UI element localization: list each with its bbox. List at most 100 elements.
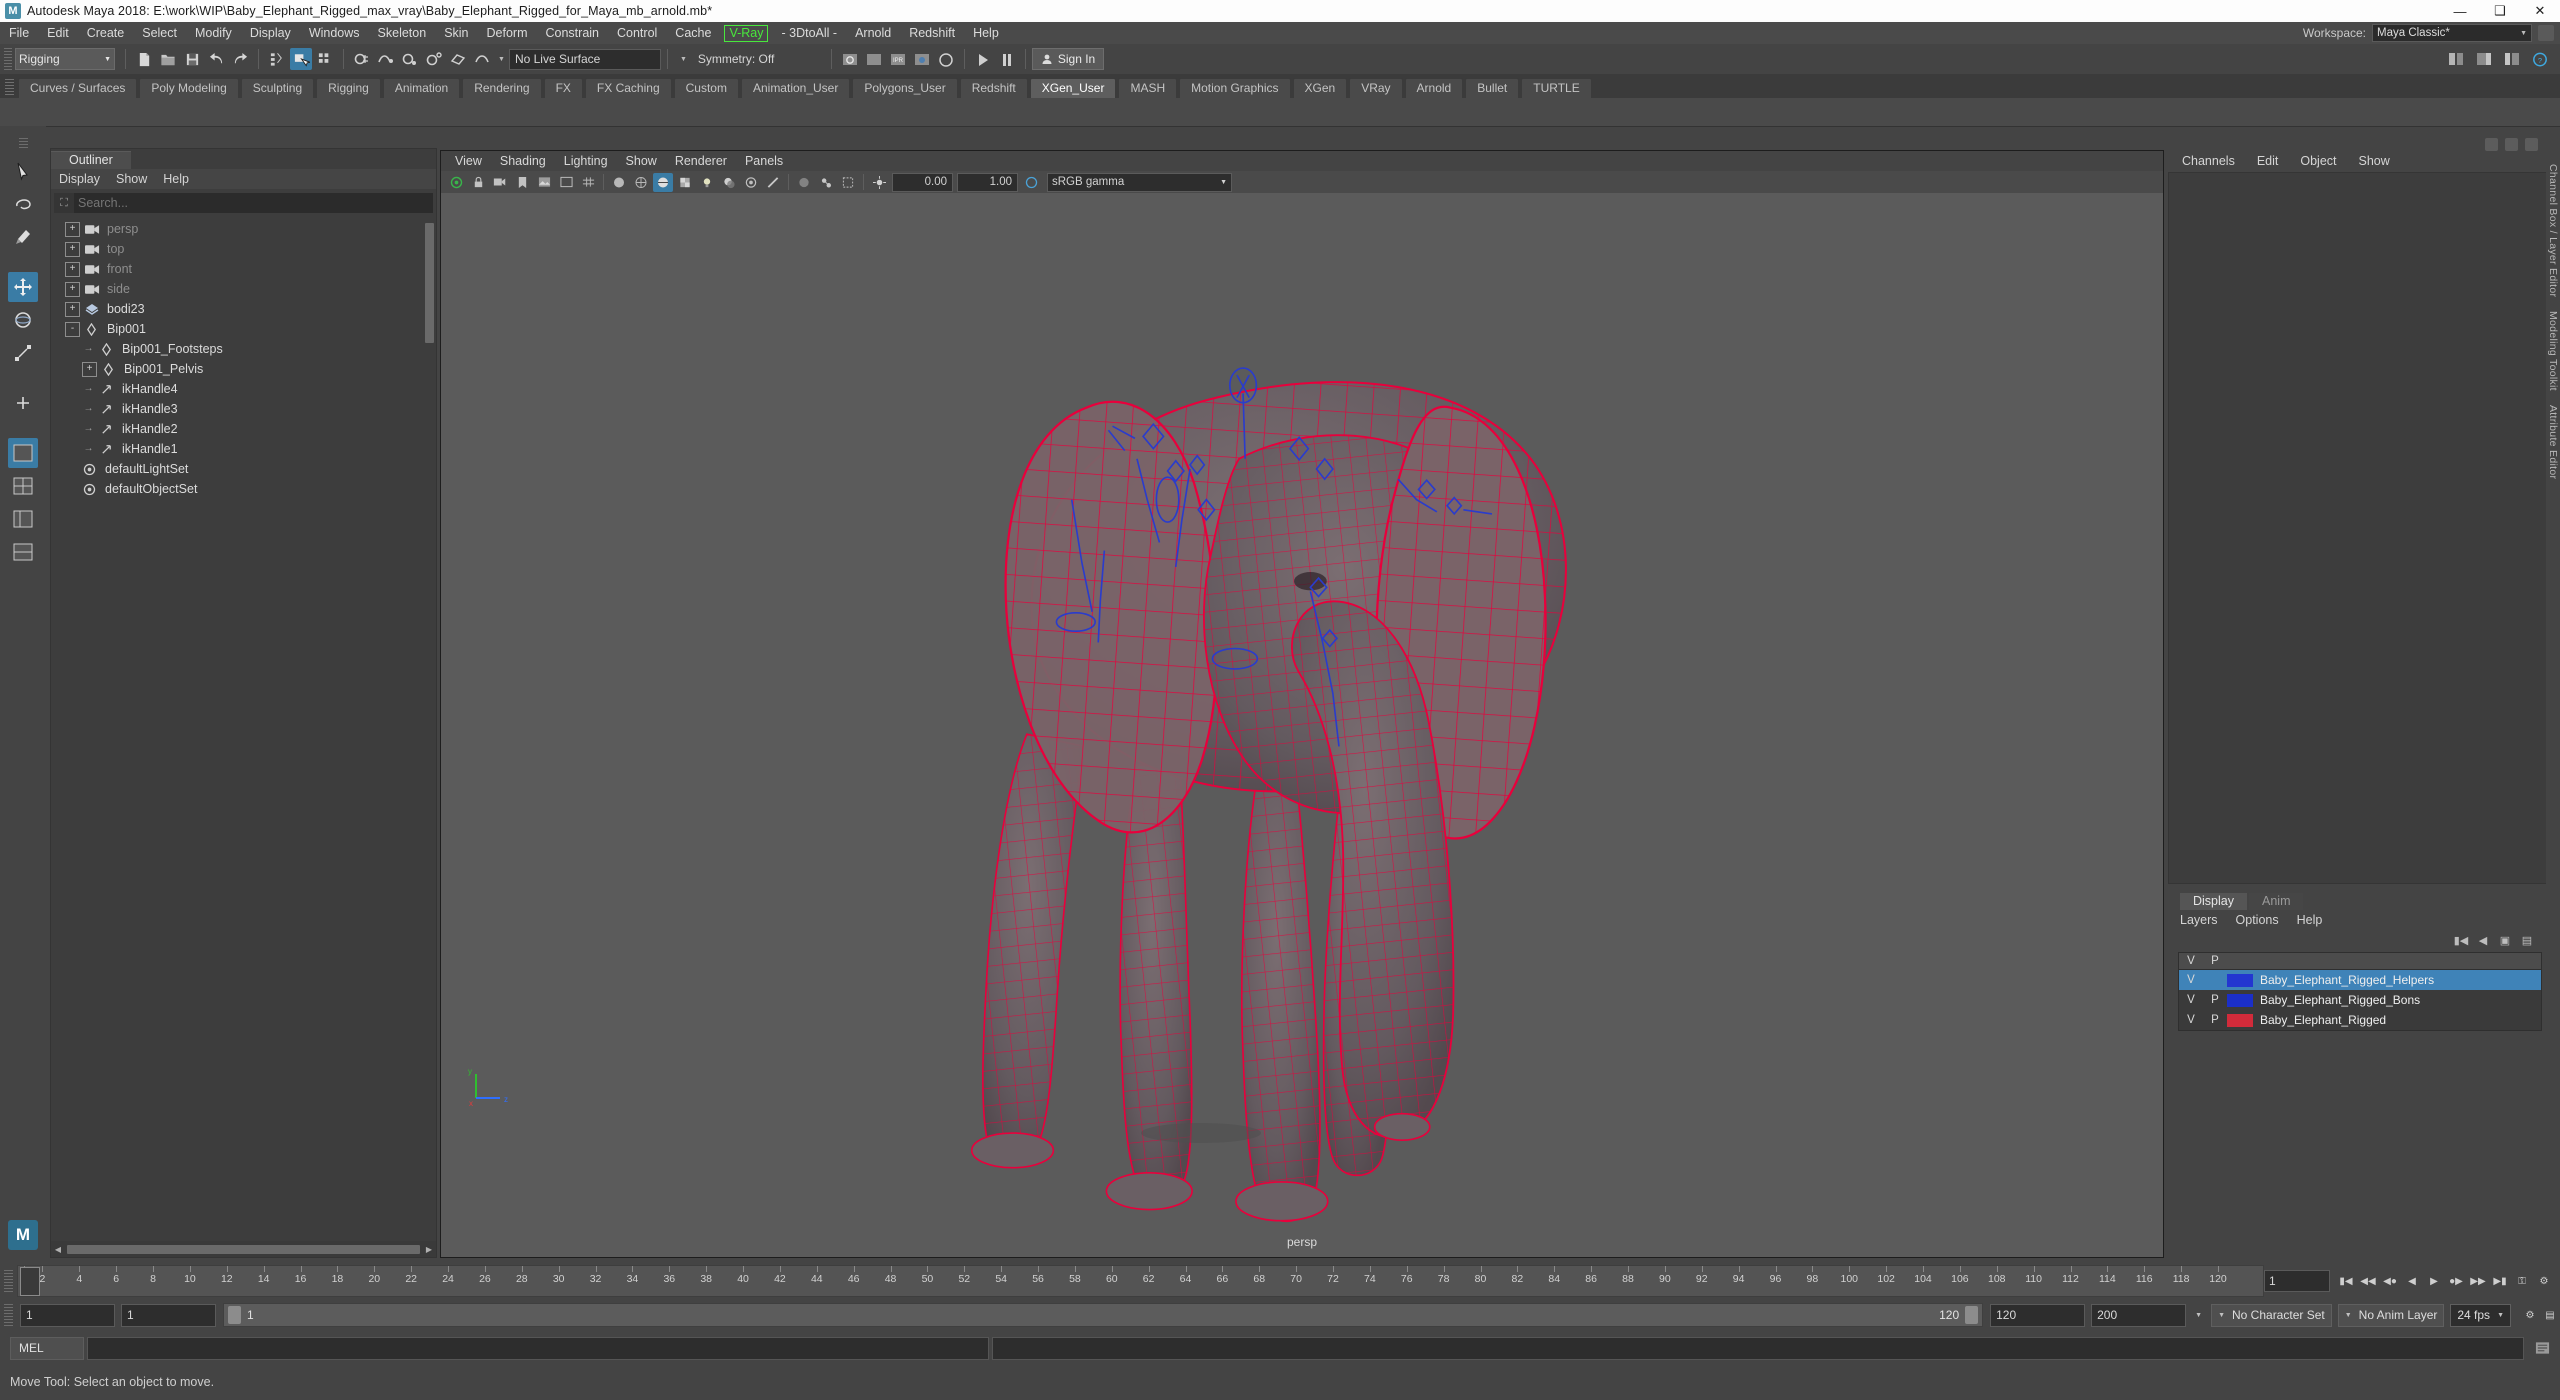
layer-playback-toggle[interactable]: P <box>2203 994 2227 1006</box>
xray-joints-icon[interactable] <box>816 173 836 192</box>
channelbox-menu-channels[interactable]: Channels <box>2182 154 2235 168</box>
move-tool-icon[interactable] <box>8 272 38 302</box>
outliner-tree[interactable]: + persp + top + front + side + bodi23 - Bip001 → Bip0… <box>51 219 436 1235</box>
layer-new-icon[interactable]: ▣ <box>2498 933 2512 947</box>
lights-mode-icon[interactable] <box>697 173 717 192</box>
new-scene-icon[interactable] <box>133 48 155 70</box>
command-output[interactable] <box>992 1336 2524 1360</box>
layer-visibility-toggle[interactable]: V <box>2179 994 2203 1006</box>
layer-tab-display[interactable]: Display <box>2180 893 2247 910</box>
tree-spacer-icon[interactable]: → <box>82 383 95 396</box>
shelf-tab-xgen-user[interactable]: XGen_User <box>1029 78 1117 98</box>
make-live-icon[interactable] <box>471 48 493 70</box>
outliner-item-defaultlightset[interactable]: defaultLightSet <box>51 459 436 479</box>
outliner-item-bip001[interactable]: - Bip001 <box>51 319 436 339</box>
viewport-menu-lighting[interactable]: Lighting <box>564 154 608 168</box>
playback-end-field[interactable]: 120 <box>1990 1303 2086 1327</box>
outliner-item-front[interactable]: + front <box>51 259 436 279</box>
gamma-field[interactable]: 1.00 <box>957 172 1018 192</box>
channelbox-menu-show[interactable]: Show <box>2359 154 2390 168</box>
viewport-menu-view[interactable]: View <box>455 154 482 168</box>
layer-first-icon[interactable]: ▮◀ <box>2454 933 2469 947</box>
tree-spacer-icon[interactable]: → <box>82 443 95 456</box>
live-surface-field[interactable]: No Live Surface <box>508 48 661 70</box>
command-input[interactable] <box>87 1336 989 1360</box>
color-management-icon[interactable] <box>1021 173 1041 192</box>
shelf-tab-sculpting[interactable]: Sculpting <box>240 78 315 98</box>
bookmark-icon[interactable] <box>512 173 532 192</box>
shelf-tab-vray[interactable]: VRay <box>1349 78 1403 98</box>
snap-to-grid-icon[interactable] <box>351 48 373 70</box>
menu-select[interactable]: Select <box>133 22 186 44</box>
menu-skeleton[interactable]: Skeleton <box>369 22 436 44</box>
viewport-3d-canvas[interactable]: y z x persp <box>441 193 2163 1257</box>
animation-preferences-gear-icon[interactable]: ⚙ <box>2520 1305 2540 1325</box>
script-editor-icon[interactable] <box>2532 1338 2552 1358</box>
outliner-item-ikhandle2[interactable]: → ikHandle2 <box>51 419 436 439</box>
grid-toggle-icon[interactable] <box>578 173 598 192</box>
layout-persp-graph-icon[interactable] <box>8 537 38 567</box>
menu-3dtoall[interactable]: - 3DtoAll - <box>772 22 846 44</box>
layer-visibility-toggle[interactable]: V <box>2179 974 2203 986</box>
shelf-tab-custom[interactable]: Custom <box>673 78 739 98</box>
character-set-dropdown[interactable]: ▼ No Character Set <box>2211 1303 2332 1327</box>
outliner-item-persp[interactable]: + persp <box>51 219 436 239</box>
menu-constrain[interactable]: Constrain <box>537 22 609 44</box>
render-settings-icon[interactable]: IPR <box>887 48 909 70</box>
redo-icon[interactable] <box>229 48 251 70</box>
auto-key-icon[interactable]: ⚿ <box>2512 1271 2532 1291</box>
search-input[interactable] <box>74 193 433 213</box>
shelf-tab-animation[interactable]: Animation <box>382 78 461 98</box>
tree-spacer-icon[interactable]: → <box>82 423 95 436</box>
step-forward-key-icon[interactable]: ●▶ <box>2446 1271 2466 1291</box>
outliner-item-ikhandle4[interactable]: → ikHandle4 <box>51 379 436 399</box>
menu-display[interactable]: Display <box>241 22 300 44</box>
channel-box-body[interactable] <box>2168 172 2548 884</box>
render-current-frame-icon[interactable] <box>839 48 861 70</box>
outliner-item-ikhandle1[interactable]: → ikHandle1 <box>51 439 436 459</box>
scroll-left-icon[interactable]: ◀ <box>51 1245 65 1254</box>
workspace-dropdown[interactable]: Maya Classic* ▼ <box>2372 24 2532 42</box>
shelf-tab-fx[interactable]: FX <box>543 78 583 98</box>
range-bar[interactable]: 1 120 <box>223 1303 1984 1327</box>
render-view-icon[interactable] <box>935 48 957 70</box>
menuset-dropdown[interactable]: Rigging ▼ <box>15 48 115 70</box>
ipr-render-icon[interactable] <box>863 48 885 70</box>
menu-help[interactable]: Help <box>964 22 1008 44</box>
shelf-tab-animation-user[interactable]: Animation_User <box>740 78 851 98</box>
menu-deform[interactable]: Deform <box>478 22 537 44</box>
layer-color-swatch[interactable] <box>2227 993 2253 1007</box>
outliner-menu-show[interactable]: Show <box>116 172 147 186</box>
layout-persp-outliner-icon[interactable] <box>8 504 38 534</box>
layer-row[interactable]: V P Baby_Elephant_Rigged_Bons <box>2179 990 2541 1010</box>
shelf-tab-rigging[interactable]: Rigging <box>316 78 381 98</box>
select-by-component-icon[interactable] <box>314 48 336 70</box>
go-to-start-icon[interactable]: ▮◀ <box>2336 1271 2356 1291</box>
save-scene-icon[interactable] <box>181 48 203 70</box>
paint-select-tool-icon[interactable] <box>8 222 38 252</box>
viewport-menu-shading[interactable]: Shading <box>500 154 546 168</box>
current-frame-field[interactable]: 1 <box>2264 1270 2330 1292</box>
tree-spacer-icon[interactable]: → <box>82 343 95 356</box>
image-plane-icon[interactable] <box>534 173 554 192</box>
play-backwards-icon[interactable]: ◀ <box>2402 1271 2422 1291</box>
layer-menu-layers[interactable]: Layers <box>2180 913 2218 927</box>
menu-control[interactable]: Control <box>608 22 666 44</box>
fps-dropdown[interactable]: 24 fps ▼ <box>2450 1303 2511 1327</box>
anim-end-field[interactable]: 200 <box>2091 1303 2187 1327</box>
layer-tab-anim[interactable]: Anim <box>2249 893 2304 910</box>
camera-attributes-icon[interactable] <box>490 173 510 192</box>
range-slider-grip[interactable] <box>4 1304 13 1326</box>
playback-start-field[interactable]: 1 <box>121 1303 216 1327</box>
shelf-tab-redshift[interactable]: Redshift <box>959 78 1028 98</box>
tree-spacer-icon[interactable]: → <box>82 403 95 416</box>
strip-label-attribute-editor[interactable]: Attribute Editor <box>2547 405 2559 479</box>
xray-mode-icon[interactable] <box>794 173 814 192</box>
color-profile-dropdown[interactable]: sRGB gamma ▼ <box>1047 172 1232 192</box>
animation-preferences-icon[interactable]: ⚙ <box>2534 1271 2554 1291</box>
viewport-menu-panels[interactable]: Panels <box>745 154 783 168</box>
scroll-right-icon[interactable]: ▶ <box>422 1245 436 1254</box>
tool-settings-toggle-icon[interactable] <box>2501 48 2523 70</box>
outliner-item-side[interactable]: + side <box>51 279 436 299</box>
anim-start-field[interactable]: 1 <box>20 1303 115 1327</box>
